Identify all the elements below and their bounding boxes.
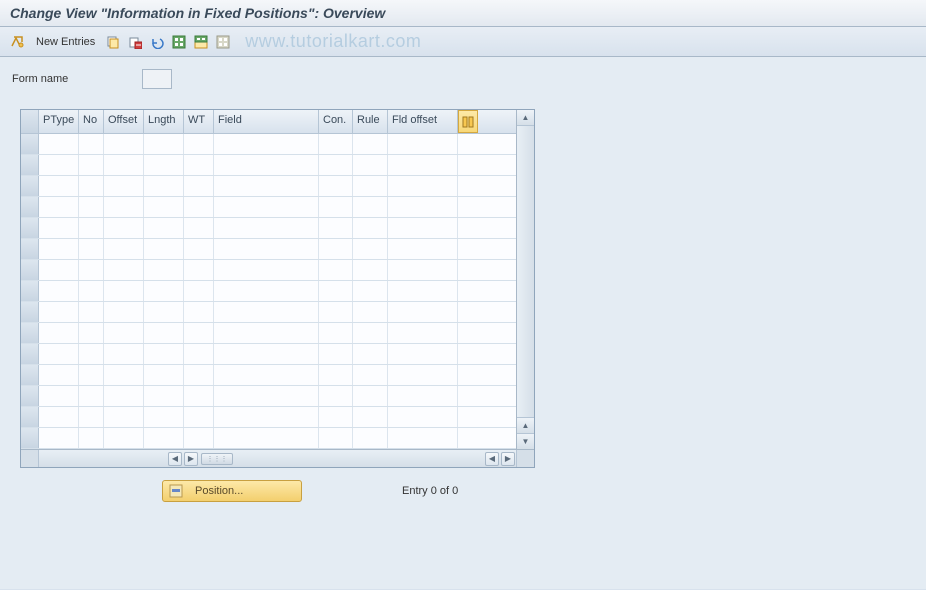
scroll-left-end-icon[interactable]: ◀ <box>485 452 499 466</box>
table-row <box>21 176 516 197</box>
form-name-label: Form name <box>12 73 132 85</box>
scroll-thumb[interactable]: ⋮⋮⋮ <box>201 453 233 465</box>
scroll-right-end-icon[interactable]: ▶ <box>501 452 515 466</box>
form-name-input[interactable] <box>142 69 172 89</box>
deselect-all-icon[interactable] <box>215 34 231 50</box>
col-no[interactable]: No <box>79 110 104 133</box>
other-view-icon[interactable] <box>10 34 26 50</box>
scroll-down-icon[interactable]: ▼ <box>517 433 534 449</box>
table-row <box>21 407 516 428</box>
watermark-text: www.tutorialkart.com <box>245 31 421 52</box>
scroll-left-icon[interactable]: ◀ <box>168 452 182 466</box>
row-selector[interactable] <box>21 281 39 301</box>
table-header: PType No Offset Lngth WT Field Con. Rule… <box>21 110 516 134</box>
row-selector[interactable] <box>21 365 39 385</box>
row-selector-header[interactable] <box>21 110 39 133</box>
table-row <box>21 323 516 344</box>
table-row <box>21 239 516 260</box>
table-row <box>21 134 516 155</box>
undo-icon[interactable] <box>149 34 165 50</box>
table-row <box>21 302 516 323</box>
table-row <box>21 386 516 407</box>
row-selector[interactable] <box>21 134 39 154</box>
row-selector[interactable] <box>21 386 39 406</box>
row-selector[interactable] <box>21 197 39 217</box>
scroll-up-icon[interactable]: ▲ <box>517 110 534 126</box>
col-con[interactable]: Con. <box>319 110 353 133</box>
form-name-row: Form name <box>12 69 914 89</box>
row-selector[interactable] <box>21 176 39 196</box>
col-length[interactable]: Lngth <box>144 110 184 133</box>
select-all-icon[interactable] <box>171 34 187 50</box>
data-table: PType No Offset Lngth WT Field Con. Rule… <box>20 109 535 468</box>
content-area: Form name PType No Offset Lngth WT Field… <box>0 57 926 589</box>
scroll-right-icon[interactable]: ▶ <box>184 452 198 466</box>
col-field[interactable]: Field <box>214 110 319 133</box>
row-selector[interactable] <box>21 302 39 322</box>
page-title: Change View "Information in Fixed Positi… <box>0 0 926 27</box>
row-selector[interactable] <box>21 155 39 175</box>
select-block-icon[interactable] <box>193 34 209 50</box>
table-config-icon[interactable] <box>458 110 478 133</box>
table-row <box>21 155 516 176</box>
table-row <box>21 260 516 281</box>
scroll-down-icon[interactable]: ▲ <box>517 417 534 433</box>
horizontal-scrollbar[interactable]: ◀ ▶ ⋮⋮⋮ ◀ ▶ <box>21 449 534 467</box>
position-button-label: Position... <box>195 485 243 497</box>
entry-status: Entry 0 of 0 <box>402 485 458 497</box>
col-rule[interactable]: Rule <box>353 110 388 133</box>
table-row <box>21 218 516 239</box>
table-row <box>21 344 516 365</box>
row-selector[interactable] <box>21 239 39 259</box>
row-selector[interactable] <box>21 407 39 427</box>
col-wt[interactable]: WT <box>184 110 214 133</box>
table-row <box>21 281 516 302</box>
table-row <box>21 428 516 449</box>
row-selector[interactable] <box>21 260 39 280</box>
bottom-bar: Position... Entry 0 of 0 <box>162 480 914 502</box>
toolbar: New Entries www.tutorialkart.com <box>0 27 926 57</box>
row-selector[interactable] <box>21 218 39 238</box>
delete-icon[interactable] <box>127 34 143 50</box>
col-offset[interactable]: Offset <box>104 110 144 133</box>
vertical-scrollbar[interactable]: ▲ ▲ ▼ <box>516 110 534 449</box>
table-row <box>21 365 516 386</box>
col-fldoffset[interactable]: Fld offset <box>388 110 458 133</box>
new-entries-button[interactable]: New Entries <box>32 36 99 48</box>
row-selector[interactable] <box>21 344 39 364</box>
col-ptype[interactable]: PType <box>39 110 79 133</box>
row-selector[interactable] <box>21 428 39 448</box>
position-icon <box>169 484 183 498</box>
position-button[interactable]: Position... <box>162 480 302 502</box>
row-selector[interactable] <box>21 323 39 343</box>
table-row <box>21 197 516 218</box>
copy-icon[interactable] <box>105 34 121 50</box>
